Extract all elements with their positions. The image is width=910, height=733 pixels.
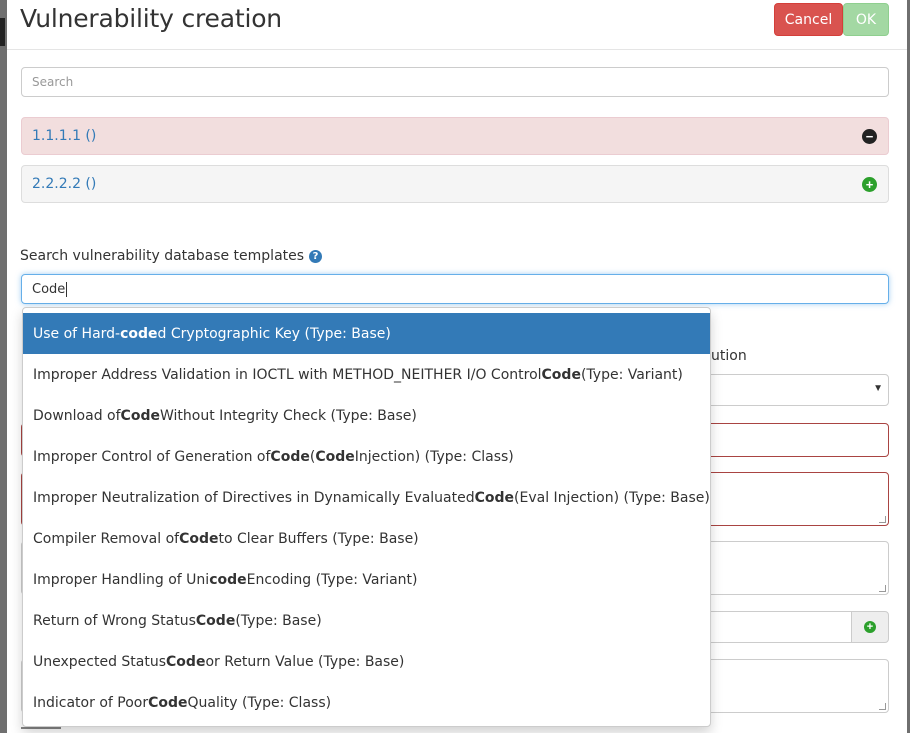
modal-header: Vulnerability creation Cancel OK bbox=[7, 0, 907, 50]
template-search-label-text: Search vulnerability database templates bbox=[20, 248, 305, 264]
target-link[interactable]: 2.2.2.2 () bbox=[32, 176, 96, 192]
target-panel-1[interactable]: 1.1.1.1 () − bbox=[21, 117, 889, 155]
suggestion-item[interactable]: Unexpected Status Code or Return Value (… bbox=[23, 641, 710, 682]
vulnerability-creation-modal: Vulnerability creation Cancel OK Search … bbox=[7, 0, 907, 733]
suggestion-item[interactable]: Compiler Removal of Code to Clear Buffer… bbox=[23, 518, 710, 559]
question-circle-icon[interactable]: ? bbox=[309, 249, 323, 263]
target-panel-2[interactable]: 2.2.2.2 () + bbox=[21, 165, 889, 203]
suggestion-item[interactable]: Improper Address Validation in IOCTL wit… bbox=[23, 354, 710, 395]
add-button[interactable]: + bbox=[851, 611, 889, 643]
suggestion-item[interactable]: Return of Wrong Status Code (Type: Base) bbox=[23, 600, 710, 641]
modal-backdrop-left bbox=[0, 0, 7, 733]
suggestion-item[interactable]: Improper Neutralization of Directives in… bbox=[23, 477, 710, 518]
minus-circle-icon[interactable]: − bbox=[862, 129, 877, 144]
resize-handle[interactable] bbox=[879, 585, 886, 592]
search-input[interactable]: Search bbox=[21, 67, 889, 97]
plus-circle-icon[interactable]: + bbox=[862, 177, 877, 192]
template-search-input[interactable]: Code bbox=[21, 274, 889, 304]
caret-down-icon: ▼ bbox=[873, 383, 883, 394]
cancel-button[interactable]: Cancel bbox=[774, 3, 843, 36]
plus-circle-icon: + bbox=[864, 621, 876, 633]
text-caret bbox=[66, 281, 68, 297]
select-field[interactable]: ▼ bbox=[687, 374, 889, 406]
suggestion-item[interactable]: Indicator of Poor Code Quality (Type: Cl… bbox=[23, 682, 710, 723]
input-with-addon[interactable] bbox=[687, 611, 852, 643]
modal-title: Vulnerability creation bbox=[20, 4, 282, 33]
template-search-label: Search vulnerability database templates … bbox=[20, 248, 323, 264]
label-fragment bbox=[21, 727, 61, 733]
field-label-partial: ution bbox=[711, 348, 747, 364]
suggestion-item[interactable]: Use of Hard-code d Cryptographic Key (Typ… bbox=[23, 313, 710, 354]
template-search-value: Code bbox=[32, 281, 66, 297]
template-suggestions-dropdown: Use of Hard-code d Cryptographic Key (Typ… bbox=[22, 307, 711, 727]
resize-handle[interactable] bbox=[879, 703, 886, 710]
target-link[interactable]: 1.1.1.1 () bbox=[32, 128, 96, 144]
suggestion-item[interactable]: Improper Handling of Uni code Encoding (T… bbox=[23, 559, 710, 600]
resize-handle[interactable] bbox=[879, 516, 886, 523]
suggestion-item[interactable]: Improper Control of Generation of Code (… bbox=[23, 436, 710, 477]
suggestion-item[interactable]: Download of Code Without Integrity Check… bbox=[23, 395, 710, 436]
backdrop-text-fragment bbox=[0, 18, 5, 46]
ok-button[interactable]: OK bbox=[843, 3, 889, 36]
